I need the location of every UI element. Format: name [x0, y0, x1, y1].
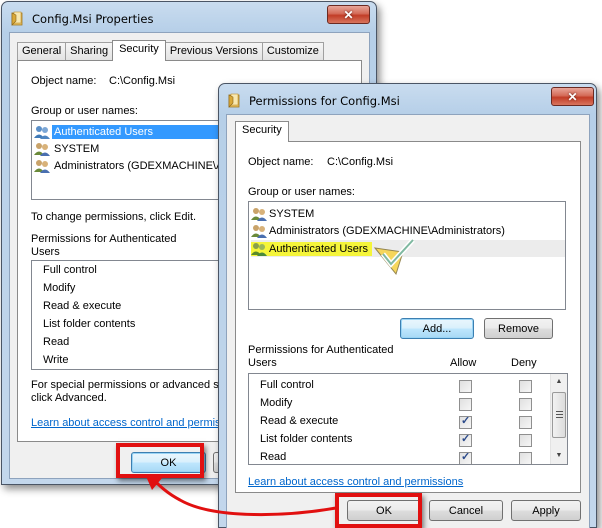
scroll-up-icon[interactable]: ▲: [551, 374, 567, 390]
advanced-hint-line2: click Advanced.: [31, 392, 107, 404]
tab-strip: General Sharing Security Previous Versio…: [17, 40, 324, 61]
deny-checkbox[interactable]: [519, 434, 532, 447]
close-icon: ✕: [343, 7, 354, 22]
learn-access-control-link[interactable]: Learn about access control and permissio…: [31, 417, 246, 429]
user-name: SYSTEM: [269, 207, 315, 220]
permission-name: Read: [260, 451, 287, 463]
group-label: Group or user names:: [31, 105, 138, 117]
allow-checkbox[interactable]: ✓: [459, 415, 472, 429]
close-button[interactable]: ✕: [551, 87, 594, 106]
permissions-window: Permissions for Config.Msi ✕ Security Ob…: [218, 83, 597, 528]
add-button[interactable]: Add...: [400, 318, 474, 339]
permission-name: Read & execute: [260, 415, 339, 427]
permissions-label-line1: Permissions for Authenticated: [248, 344, 394, 356]
title-bar[interactable]: Config.Msi Properties ✕: [2, 2, 376, 32]
scroll-thumb[interactable]: [552, 392, 566, 438]
deny-checkbox[interactable]: [519, 416, 532, 429]
allow-header: Allow: [450, 357, 477, 369]
deny-checkbox[interactable]: [519, 452, 532, 464]
permission-name: Full control: [43, 264, 97, 276]
folder-icon: [228, 93, 240, 108]
user-group-icon: [251, 242, 267, 256]
object-name-label: Object name:: [31, 75, 97, 87]
permissions-label-line1: Permissions for Authenticated: [31, 233, 177, 245]
close-icon: ✕: [567, 89, 578, 104]
tab-general[interactable]: General: [17, 42, 67, 60]
folder-icon: [11, 11, 23, 26]
object-name-value: C:\Config.Msi: [109, 75, 176, 87]
permission-name: List folder contents: [260, 433, 353, 445]
permissions-label-line2: Users: [248, 357, 277, 369]
list-item[interactable]: SYSTEM: [251, 205, 565, 222]
permission-name: Read & execute: [43, 300, 122, 312]
ok-highlight-box: [116, 443, 204, 478]
user-name: Administrators (GDEXMACHINE\Administrato…: [269, 224, 505, 237]
checkmark-callout-icon: [373, 238, 415, 276]
change-hint: To change permissions, click Edit.: [31, 211, 197, 223]
tab-security[interactable]: Security: [235, 121, 289, 142]
user-name: SYSTEM: [54, 142, 100, 155]
user-list[interactable]: SYSTEM Administrators (GDEXMACHINE\Admin…: [248, 201, 566, 310]
window-title: Config.Msi Properties: [32, 12, 154, 26]
permissions-list: Full control Modify Read & execute ✓ Lis…: [248, 373, 568, 465]
user-name: Authenticated Users: [269, 242, 369, 255]
apply-button[interactable]: Apply: [511, 500, 581, 521]
learn-access-control-link[interactable]: Learn about access control and permissio…: [248, 476, 463, 488]
deny-checkbox[interactable]: [519, 380, 532, 393]
permissions-scrollbar[interactable]: ▲ ▼: [550, 374, 567, 464]
group-label: Group or user names:: [248, 186, 355, 198]
scroll-down-icon[interactable]: ▼: [551, 448, 567, 464]
permission-name: Full control: [260, 379, 314, 391]
check-icon: ✓: [461, 433, 471, 445]
allow-checkbox[interactable]: ✓: [459, 433, 472, 447]
permissions-client: Security Object name: C:\Config.Msi Grou…: [226, 114, 590, 528]
tab-security[interactable]: Security: [112, 40, 166, 61]
close-button[interactable]: ✕: [327, 5, 370, 24]
deny-header: Deny: [511, 357, 537, 369]
list-item[interactable]: Administrators (GDEXMACHINE\Administrato…: [251, 222, 565, 239]
permission-name: Modify: [260, 397, 293, 409]
allow-checkbox[interactable]: [459, 398, 472, 411]
permission-name: Modify: [43, 282, 76, 294]
cancel-button[interactable]: Cancel: [429, 500, 503, 521]
object-name-value: C:\Config.Msi: [327, 156, 394, 168]
object-name-label: Object name:: [248, 156, 314, 168]
deny-checkbox[interactable]: [519, 398, 532, 411]
title-bar[interactable]: Permissions for Config.Msi ✕: [219, 84, 596, 114]
user-group-icon: [34, 159, 50, 173]
user-group-icon: [34, 142, 50, 156]
tab-strip: Security: [235, 121, 289, 142]
user-group-icon: [34, 125, 50, 139]
permission-name: Read: [43, 336, 70, 348]
user-group-icon: [251, 224, 267, 238]
ok-highlight-box: [335, 493, 422, 528]
window-title: Permissions for Config.Msi: [249, 94, 400, 108]
allow-checkbox[interactable]: [459, 380, 472, 393]
tab-customize[interactable]: Customize: [261, 42, 324, 60]
user-group-icon: [251, 207, 267, 221]
check-icon: ✓: [461, 451, 471, 463]
security-tab-panel: Object name: C:\Config.Msi Group or user…: [235, 141, 581, 493]
tab-sharing[interactable]: Sharing: [65, 42, 114, 60]
permission-name: List folder contents: [43, 318, 136, 330]
allow-checkbox[interactable]: ✓: [459, 451, 472, 464]
permission-name: Write: [43, 354, 69, 366]
permissions-label-line2: Users: [31, 246, 60, 258]
remove-button[interactable]: Remove: [484, 318, 553, 339]
check-icon: ✓: [461, 415, 471, 427]
tab-previous-versions[interactable]: Previous Versions: [164, 42, 263, 60]
